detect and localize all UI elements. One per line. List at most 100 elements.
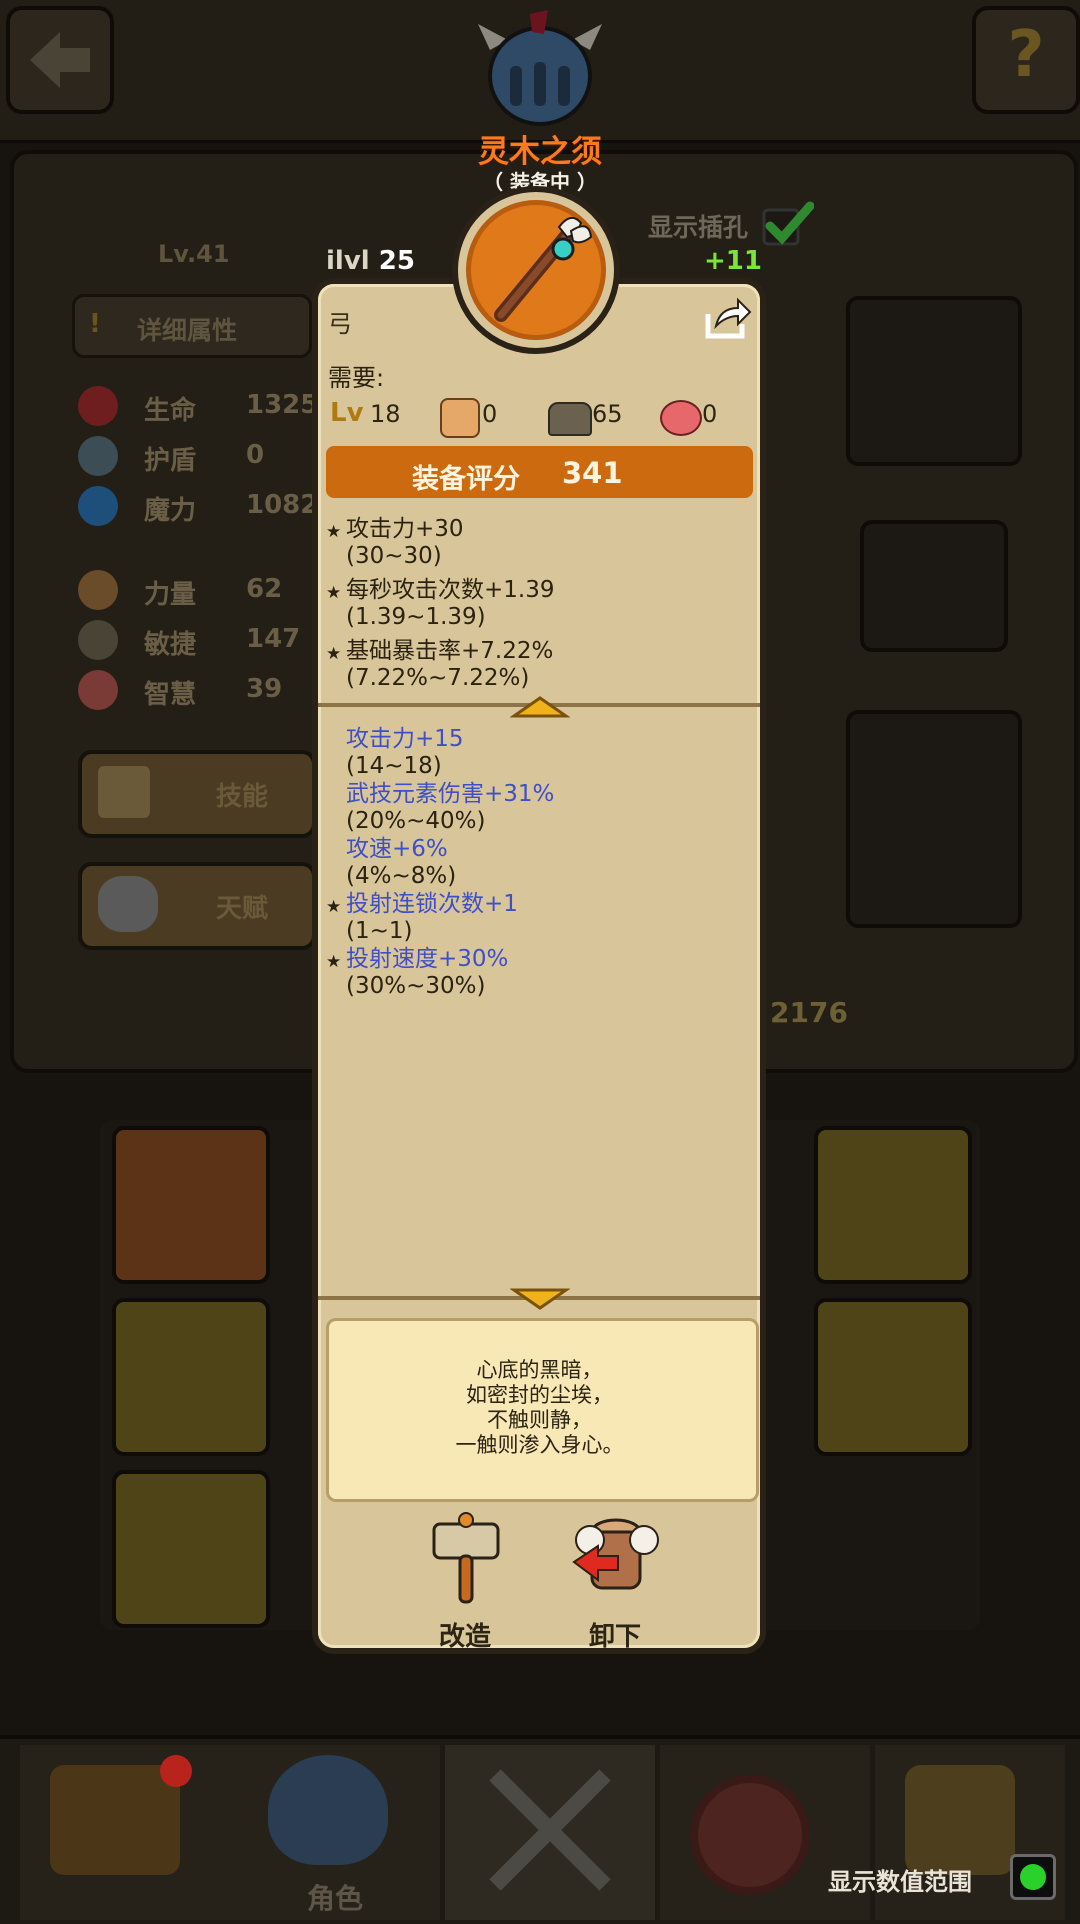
item-name: 灵木之须 xyxy=(478,134,602,170)
hammer-icon xyxy=(432,1512,500,1604)
checkmark-icon xyxy=(762,201,815,246)
talent-button[interactable]: 天赋 xyxy=(78,862,316,950)
ilvl-value: 25 xyxy=(378,246,415,276)
collapse-button[interactable] xyxy=(509,694,571,720)
req-strength-value: 0 xyxy=(482,400,498,428)
brain-icon xyxy=(78,670,118,710)
item-icon-frame xyxy=(466,200,606,340)
mug-icon xyxy=(905,1765,1015,1875)
affix-4-range: (1~1) xyxy=(346,918,413,944)
affix-5: ★ 投射速度+30% xyxy=(326,946,508,973)
talent-label: 天赋 xyxy=(216,894,269,924)
affix-1-range: (14~18) xyxy=(346,753,442,779)
level-label: Lv.41 xyxy=(158,240,230,268)
back-arrow-icon xyxy=(30,32,90,88)
inventory-slot-armor[interactable] xyxy=(112,1298,270,1456)
notification-dot xyxy=(160,1755,192,1787)
star-icon: ★ xyxy=(326,522,342,542)
helmet-icon xyxy=(268,1755,388,1865)
mana-drop-icon xyxy=(78,486,118,526)
unequip-icon xyxy=(572,1518,659,1590)
quiver-slot[interactable] xyxy=(846,710,1022,928)
affix-4: ★ 投射连锁次数+1 xyxy=(326,891,518,918)
staff-icon xyxy=(494,216,593,322)
nav-battle[interactable] xyxy=(445,1745,655,1920)
belt-slot[interactable] xyxy=(846,296,1022,466)
stat-value: 1325 xyxy=(246,390,319,420)
affix-3-range: (4%~8%) xyxy=(346,863,457,889)
stat-value: 39 xyxy=(246,674,283,704)
show-sockets-label: 显示插孔 xyxy=(648,213,749,242)
nav-character[interactable]: 角色 xyxy=(230,1745,440,1920)
reforge-button[interactable]: 改造 xyxy=(412,1510,518,1652)
gear-score-value: 341 xyxy=(562,456,623,490)
stat-label: 敏捷 xyxy=(144,630,197,660)
shield-icon xyxy=(78,436,118,476)
share-button[interactable] xyxy=(702,292,752,342)
show-range-label: 显示数值范围 xyxy=(828,1868,972,1896)
detail-attributes-button[interactable]: ! 详细属性 xyxy=(72,294,312,358)
stat-label: 生命 xyxy=(144,396,197,426)
detail-attributes-label: 详细属性 xyxy=(137,316,238,345)
question-icon: ? xyxy=(1007,18,1045,92)
star-icon: ★ xyxy=(326,952,342,972)
base-stat-text: 每秒攻击次数+1.39 xyxy=(346,577,555,603)
affix-2: 武技元素伤害+31% xyxy=(346,781,555,807)
show-range-toggle[interactable] xyxy=(1010,1854,1056,1900)
expand-button[interactable] xyxy=(509,1286,571,1312)
skills-label: 技能 xyxy=(216,782,269,812)
inventory-slot-belt[interactable] xyxy=(814,1126,972,1284)
affix-3: 攻速+6% xyxy=(346,836,448,862)
nav-chest[interactable] xyxy=(20,1745,230,1920)
lore-line-2: 如密封的尘埃， xyxy=(466,1383,613,1407)
scroll-icon xyxy=(98,766,150,818)
gear-score-bar: 装备评分 341 xyxy=(326,446,753,498)
lore-line-4: 一触则渗入身心。 xyxy=(455,1433,624,1457)
base-stat-1: ★ 攻击力+30 xyxy=(326,516,464,543)
stat-value: 1082 xyxy=(246,490,319,520)
affix-2-range: (20%~40%) xyxy=(346,808,486,834)
heart-icon xyxy=(78,386,118,426)
treasure-chest-icon xyxy=(50,1765,180,1875)
help-button[interactable]: ? xyxy=(972,6,1080,114)
stat-row-shield: 护盾 0 xyxy=(78,436,318,480)
nav-character-label: 角色 xyxy=(306,1882,363,1915)
back-button[interactable] xyxy=(6,6,114,114)
skills-button[interactable]: 技能 xyxy=(78,750,316,838)
gear-score-label: 装备评分 xyxy=(412,464,520,495)
power-total: 2176 xyxy=(770,996,848,1029)
affix-5-range: (30%~30%) xyxy=(346,973,486,999)
toggle-on-indicator xyxy=(1020,1864,1046,1890)
star-icon: ★ xyxy=(326,897,342,917)
req-wisdom-value: 0 xyxy=(702,400,718,428)
stat-row-agility: 敏捷 147 xyxy=(78,620,318,664)
inventory-slot-bow[interactable] xyxy=(112,1470,270,1628)
lore-line-3: 不触则静， xyxy=(487,1408,592,1432)
reforge-label: 改造 xyxy=(438,1622,491,1652)
show-sockets-checkbox[interactable] xyxy=(762,200,815,248)
affix-1: 攻击力+15 xyxy=(346,726,464,752)
base-stat-text: 基础暴击率+7.22% xyxy=(346,638,554,664)
stat-row-mana: 魔力 1082 xyxy=(78,486,318,530)
base-stat-text: 攻击力+30 xyxy=(346,516,464,542)
affix-text: 投射连锁次数+1 xyxy=(346,891,518,917)
exclamation-icon: ! xyxy=(89,309,101,339)
unequip-label: 卸下 xyxy=(588,1622,641,1652)
stat-value: 147 xyxy=(246,624,301,654)
ring-slot[interactable] xyxy=(860,520,1008,652)
inventory-slot-pauldron[interactable] xyxy=(814,1298,972,1456)
boot-icon xyxy=(78,620,118,660)
ilvl-prefix: ilvl xyxy=(326,246,370,276)
base-stat-2-range: (1.39~1.39) xyxy=(346,604,486,630)
unequip-button[interactable]: 卸下 xyxy=(562,1510,668,1652)
rock-icon xyxy=(98,876,158,932)
crossed-swords-icon xyxy=(489,1769,611,1891)
base-stat-1-range: (30~30) xyxy=(346,543,442,569)
base-stat-3-range: (7.22%~7.22%) xyxy=(346,665,530,691)
stat-row-strength: 力量 62 xyxy=(78,570,318,614)
boot-icon xyxy=(548,402,592,436)
inventory-slot-boots[interactable] xyxy=(112,1126,270,1284)
star-icon: ★ xyxy=(326,583,342,603)
base-stat-3: ★ 基础暴击率+7.22% xyxy=(326,638,554,665)
stat-label: 力量 xyxy=(144,580,197,610)
